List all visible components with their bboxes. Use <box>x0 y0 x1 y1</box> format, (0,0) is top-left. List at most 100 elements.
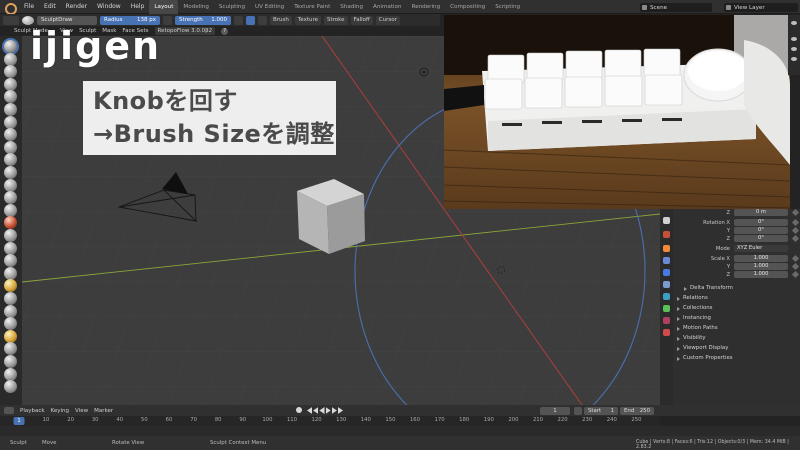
timeline-body[interactable] <box>0 426 800 436</box>
menu-playback[interactable]: Playback <box>20 408 45 414</box>
keyframe-icon[interactable] <box>791 226 800 235</box>
menu-help[interactable]: Help <box>126 0 150 14</box>
sculpt-brush-tool[interactable] <box>4 216 17 230</box>
sculpt-brush-tool[interactable] <box>4 103 17 116</box>
section-delta-transform[interactable]: Delta Transform <box>683 284 800 293</box>
sculpt-brush-tool[interactable] <box>4 77 17 91</box>
strength-pressure-icon[interactable] <box>234 15 243 25</box>
tab-modeling[interactable]: Modeling <box>178 0 213 14</box>
jump-end-icon[interactable] <box>337 407 344 414</box>
sculpt-brush-tool[interactable] <box>4 40 17 53</box>
eye-icon[interactable] <box>791 47 797 51</box>
sculpt-brush-tool[interactable] <box>4 203 17 217</box>
strength-slider[interactable]: Strength 1.000 <box>175 15 231 25</box>
render-tab-icon[interactable] <box>663 231 670 238</box>
object-tab-icon[interactable] <box>663 245 670 252</box>
sculpt-brush-tool[interactable] <box>4 329 17 343</box>
sculpt-brush-tool[interactable] <box>4 153 17 167</box>
blender-logo-icon[interactable] <box>3 1 17 15</box>
texture-menu[interactable]: Texture <box>294 15 322 25</box>
record-icon[interactable] <box>296 407 302 413</box>
play-icon[interactable] <box>325 407 331 414</box>
section-visibility[interactable]: Visibility <box>676 334 798 343</box>
sculpt-brush-tool[interactable] <box>4 254 17 268</box>
jump-start-icon[interactable] <box>307 407 313 414</box>
tab-scripting[interactable]: Scripting <box>490 0 525 14</box>
brush-menu[interactable]: Brush <box>270 15 292 25</box>
tab-animation[interactable]: Animation <box>368 0 407 14</box>
tab-uv-editing[interactable]: UV Editing <box>250 0 289 14</box>
sculpt-brush-tool[interactable] <box>4 52 17 66</box>
sculpt-brush-tool[interactable] <box>4 229 17 242</box>
eye-icon[interactable] <box>791 37 797 41</box>
keyframe-icon[interactable] <box>791 234 800 243</box>
sculpt-brush-tool[interactable] <box>4 266 17 280</box>
keyframe-icon[interactable] <box>791 218 800 227</box>
cube-object[interactable] <box>297 179 365 254</box>
scene-selector[interactable]: Scene <box>640 3 712 12</box>
rotation-mode-dropdown[interactable]: XYZ Euler <box>734 245 788 252</box>
eye-icon[interactable] <box>791 57 797 61</box>
cursor-menu[interactable]: Cursor <box>375 15 400 25</box>
physics-tab-icon[interactable] <box>663 281 670 288</box>
menu-render[interactable]: Render <box>61 0 92 14</box>
sculpt-brush-tool[interactable] <box>4 115 17 129</box>
data-tab-icon[interactable] <box>663 305 670 312</box>
tab-shading[interactable]: Shading <box>335 0 368 14</box>
play-reverse-icon[interactable] <box>319 407 325 414</box>
rotation-y-field[interactable]: 0° <box>734 227 788 234</box>
sculpt-brush-tool[interactable] <box>4 178 17 192</box>
end-frame-field[interactable]: End 250 <box>620 407 654 415</box>
sculpt-brush-tool[interactable] <box>4 380 17 394</box>
tab-compositing[interactable]: Compositing <box>445 0 490 14</box>
modifier-tab-icon[interactable] <box>663 257 670 264</box>
particles-tab-icon[interactable] <box>663 269 670 276</box>
keyframe-icon[interactable] <box>791 254 800 263</box>
add-direction-icon[interactable] <box>246 15 255 25</box>
timeline-editor-icon[interactable] <box>4 407 14 414</box>
material-tab-icon[interactable] <box>663 317 670 324</box>
start-frame-field[interactable]: Start 1 <box>584 407 618 415</box>
editor-type-button[interactable] <box>3 15 19 25</box>
section-custom-properties[interactable]: Custom Properties <box>676 354 798 363</box>
menu-marker[interactable]: Marker <box>94 408 113 414</box>
sculpt-brush-tool[interactable] <box>4 90 17 104</box>
menu-window[interactable]: Window <box>92 0 126 14</box>
tab-sculpting[interactable]: Sculpting <box>214 0 250 14</box>
timeline-ruler[interactable]: 1 10 20 30 40 50 60 70 80 90 100 110 120 130 140 150 16… <box>0 416 660 426</box>
sculpt-brush-tool[interactable] <box>4 355 17 368</box>
radius-pressure-icon[interactable] <box>163 15 172 25</box>
sculpt-brush-tool[interactable] <box>4 140 17 154</box>
sculpt-brush-tool[interactable] <box>4 292 17 305</box>
sculpt-brush-tool[interactable] <box>4 304 17 318</box>
menu-keying[interactable]: Keying <box>51 408 69 414</box>
section-collections[interactable]: Collections <box>676 304 798 313</box>
tab-layout[interactable]: Layout <box>149 0 179 14</box>
scale-x-field[interactable]: 1.000 <box>734 255 788 262</box>
falloff-menu[interactable]: Falloff <box>350 15 373 25</box>
help-icon[interactable]: ? <box>221 27 229 35</box>
keyframe-icon[interactable] <box>791 270 800 279</box>
eye-icon[interactable] <box>791 21 797 25</box>
subtract-direction-icon[interactable] <box>258 15 267 25</box>
menu-edit[interactable]: Edit <box>39 0 61 14</box>
playhead[interactable]: 1 <box>13 417 25 425</box>
keyframe-icon[interactable] <box>791 208 800 217</box>
tab-texture-paint[interactable]: Texture Paint <box>289 0 335 14</box>
section-instancing[interactable]: Instancing <box>676 314 798 323</box>
sculpt-brush-tool[interactable] <box>4 65 17 79</box>
section-viewport-display[interactable]: Viewport Display <box>676 344 798 353</box>
rotation-z-field[interactable]: 0° <box>734 235 788 242</box>
sculpt-brush-tool[interactable] <box>4 241 17 255</box>
sculpt-brush-tool[interactable] <box>4 367 17 381</box>
step-back-icon[interactable] <box>313 407 319 414</box>
preview-range-icon[interactable] <box>574 407 582 415</box>
section-motion-paths[interactable]: Motion Paths <box>676 324 798 333</box>
tool-tab-icon[interactable] <box>663 217 670 224</box>
retopoflow-button[interactable]: RetopoFlow 3.0.0β2 <box>154 27 216 35</box>
rotation-x-field[interactable]: 0° <box>734 219 788 226</box>
tab-rendering[interactable]: Rendering <box>407 0 446 14</box>
stroke-menu[interactable]: Stroke <box>324 15 348 25</box>
sculpt-brush-tool[interactable] <box>4 279 17 293</box>
sculpt-brush-tool[interactable] <box>4 166 17 179</box>
